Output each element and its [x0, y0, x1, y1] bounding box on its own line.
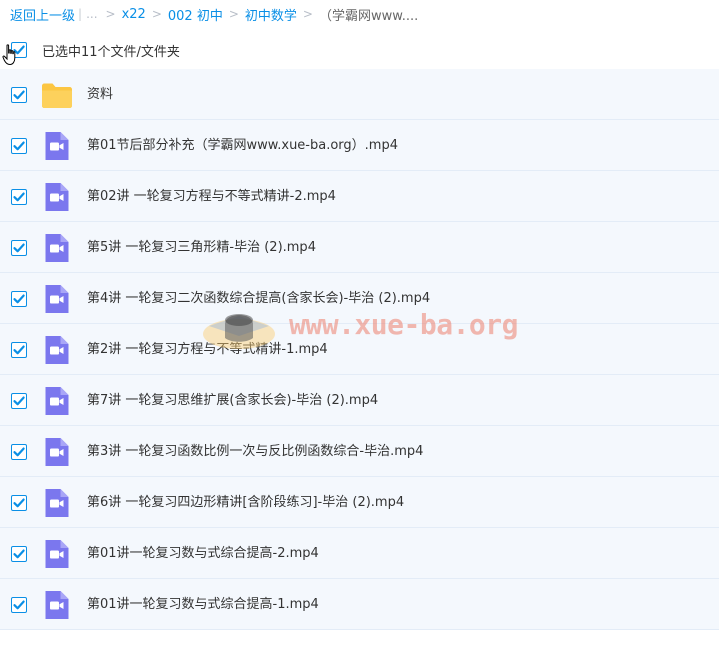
row-checkbox[interactable] — [11, 342, 27, 358]
checkmark-icon — [13, 549, 25, 559]
file-row[interactable]: 第6讲 一轮复习四边形精讲[含阶段练习]-毕治 (2).mp4 — [0, 477, 719, 528]
checkmark-icon — [13, 141, 25, 151]
video-icon-wrap — [42, 540, 72, 568]
folder-row[interactable]: 资料 — [0, 69, 719, 120]
video-file-icon — [45, 540, 69, 568]
file-name[interactable]: 第01讲一轮复习数与式综合提高-1.mp4 — [87, 579, 319, 630]
row-checkbox[interactable] — [11, 495, 27, 511]
breadcrumb-chevron-icon: > — [302, 7, 313, 21]
file-row[interactable]: 第2讲 一轮复习方程与不等式精讲-1.mp4 — [0, 324, 719, 375]
file-row[interactable]: 第4讲 一轮复习二次函数综合提高(含家长会)-毕治 (2).mp4 — [0, 273, 719, 324]
back-link[interactable]: 返回上一级 — [10, 5, 75, 24]
file-row[interactable]: 第3讲 一轮复习函数比例一次与反比例函数综合-毕治.mp4 — [0, 426, 719, 477]
checkmark-icon — [13, 192, 25, 202]
file-row[interactable]: 第02讲 一轮复习方程与不等式精讲-2.mp4 — [0, 171, 719, 222]
checkmark-icon — [13, 447, 25, 457]
breadcrumb-item-math[interactable]: 初中数学 — [245, 5, 297, 24]
video-icon-wrap — [42, 591, 72, 619]
file-name[interactable]: 第01节后部分补充（学霸网www.xue-ba.org）.mp4 — [87, 120, 398, 171]
video-icon-wrap — [42, 438, 72, 466]
file-name[interactable]: 第7讲 一轮复习思维扩展(含家长会)-毕治 (2).mp4 — [87, 375, 378, 426]
row-checkbox[interactable] — [11, 189, 27, 205]
file-browser: 返回上一级 | ... > x22 > 002 初中 > 初中数学 > （学霸网… — [0, 0, 719, 656]
video-file-icon — [45, 234, 69, 262]
breadcrumb-current: （学霸网www.... — [318, 8, 419, 24]
breadcrumb-chevron-icon: > — [228, 7, 239, 21]
folder-icon-wrap — [42, 81, 72, 109]
video-file-icon — [45, 489, 69, 517]
breadcrumb-ellipsis[interactable]: ... — [86, 7, 97, 21]
video-file-icon — [45, 387, 69, 415]
breadcrumb-divider: | — [78, 7, 83, 21]
video-icon-wrap — [42, 132, 72, 160]
selection-count-label: 已选中11个文件/文件夹 — [42, 44, 180, 60]
video-file-icon — [45, 183, 69, 211]
checkmark-icon — [13, 345, 25, 355]
video-file-icon — [45, 285, 69, 313]
video-icon-wrap — [42, 336, 72, 364]
file-list: 资料 第01节后部分补充（学霸网www.xue-ba.org）.mp4 第02讲 一… — [0, 69, 719, 630]
breadcrumb: 返回上一级 | ... > x22 > 002 初中 > 初中数学 > （学霸网… — [10, 4, 418, 24]
video-icon-wrap — [42, 489, 72, 517]
row-checkbox[interactable] — [11, 597, 27, 613]
file-name[interactable]: 第5讲 一轮复习三角形精-毕治 (2).mp4 — [87, 222, 316, 273]
checkmark-icon — [13, 90, 25, 100]
row-checkbox[interactable] — [11, 546, 27, 562]
file-row[interactable]: 第5讲 一轮复习三角形精-毕治 (2).mp4 — [0, 222, 719, 273]
file-name[interactable]: 资料 — [87, 69, 113, 120]
file-row[interactable]: 第01讲一轮复习数与式综合提高-2.mp4 — [0, 528, 719, 579]
select-all-checkbox[interactable] — [11, 42, 27, 58]
breadcrumb-item-middle-school[interactable]: 002 初中 — [168, 5, 223, 24]
row-checkbox[interactable] — [11, 393, 27, 409]
row-checkbox[interactable] — [11, 240, 27, 256]
file-row[interactable]: 第7讲 一轮复习思维扩展(含家长会)-毕治 (2).mp4 — [0, 375, 719, 426]
checkmark-icon — [13, 498, 25, 508]
file-name[interactable]: 第3讲 一轮复习函数比例一次与反比例函数综合-毕治.mp4 — [87, 426, 423, 477]
file-name[interactable]: 第01讲一轮复习数与式综合提高-2.mp4 — [87, 528, 319, 579]
checkmark-icon — [13, 243, 25, 253]
breadcrumb-chevron-icon: > — [151, 7, 162, 21]
breadcrumb-chevron-icon: > — [105, 7, 116, 21]
row-checkbox[interactable] — [11, 291, 27, 307]
folder-icon — [42, 83, 72, 108]
file-name[interactable]: 第2讲 一轮复习方程与不等式精讲-1.mp4 — [87, 324, 328, 375]
breadcrumb-item-x22[interactable]: x22 — [122, 7, 146, 22]
checkmark-icon — [13, 45, 25, 55]
file-row[interactable]: 第01讲一轮复习数与式综合提高-1.mp4 — [0, 579, 719, 630]
video-file-icon — [45, 438, 69, 466]
checkmark-icon — [13, 294, 25, 304]
video-icon-wrap — [42, 285, 72, 313]
file-name[interactable]: 第4讲 一轮复习二次函数综合提高(含家长会)-毕治 (2).mp4 — [87, 273, 430, 324]
row-checkbox[interactable] — [11, 138, 27, 154]
video-icon-wrap — [42, 387, 72, 415]
checkmark-icon — [13, 396, 25, 406]
file-name[interactable]: 第6讲 一轮复习四边形精讲[含阶段练习]-毕治 (2).mp4 — [87, 477, 404, 528]
row-checkbox[interactable] — [11, 444, 27, 460]
video-icon-wrap — [42, 234, 72, 262]
file-name[interactable]: 第02讲 一轮复习方程与不等式精讲-2.mp4 — [87, 171, 336, 222]
checkmark-icon — [13, 600, 25, 610]
row-checkbox[interactable] — [11, 87, 27, 103]
selection-bar: 已选中11个文件/文件夹 — [0, 36, 719, 64]
file-row[interactable]: 第01节后部分补充（学霸网www.xue-ba.org）.mp4 — [0, 120, 719, 171]
video-file-icon — [45, 591, 69, 619]
video-icon-wrap — [42, 183, 72, 211]
video-file-icon — [45, 132, 69, 160]
video-file-icon — [45, 336, 69, 364]
